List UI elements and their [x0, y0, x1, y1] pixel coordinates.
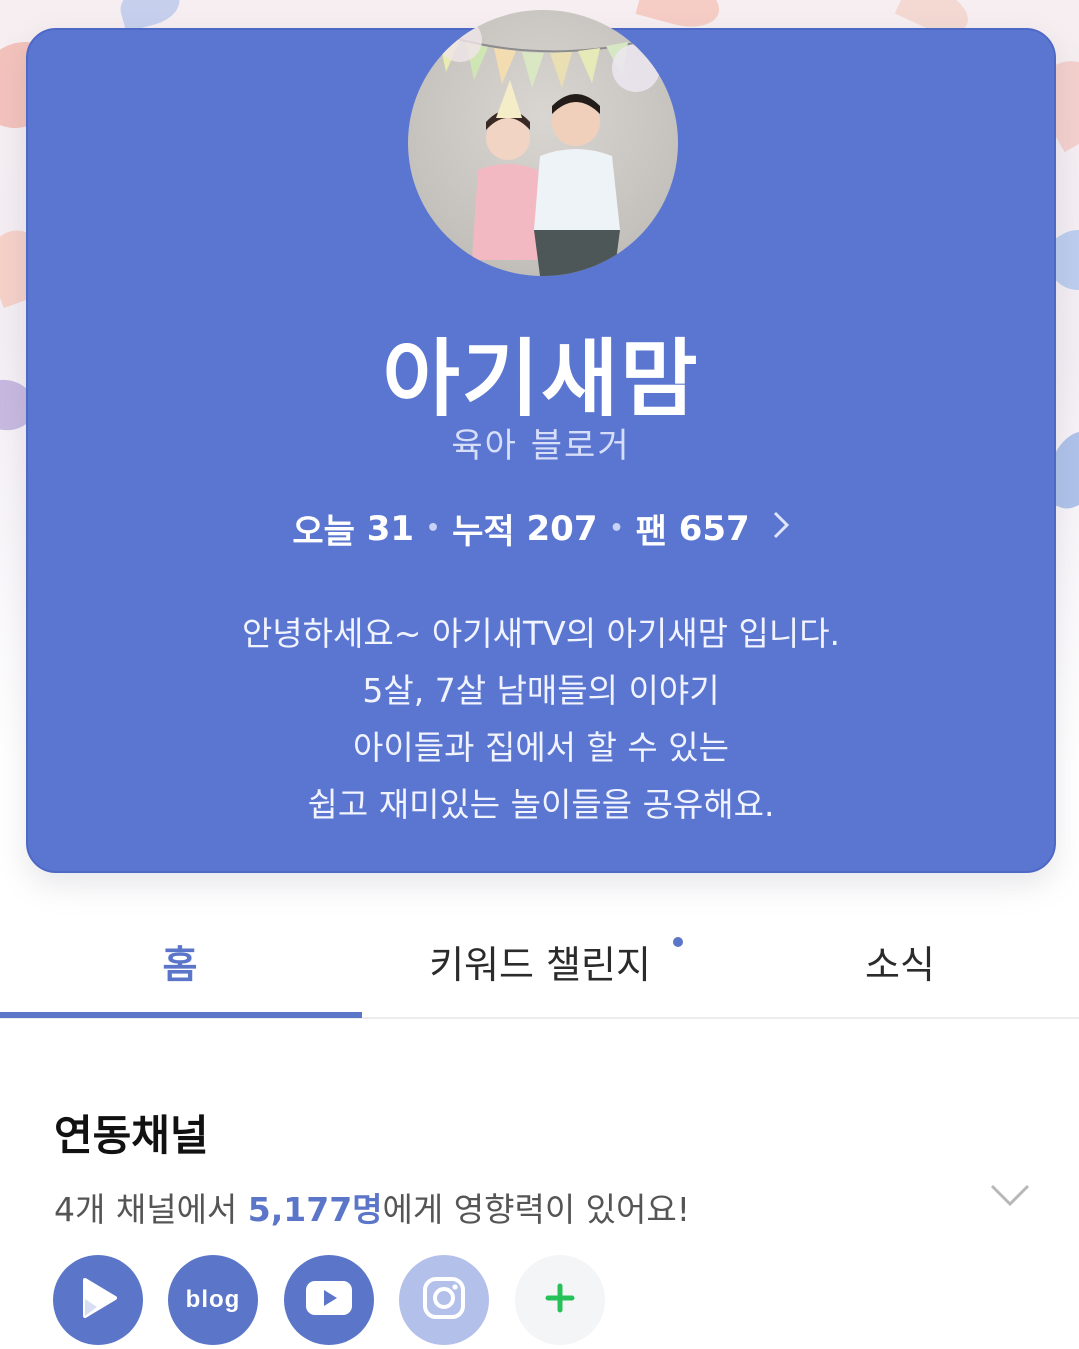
tab-keyword-challenge[interactable]: 키워드 챌린지: [360, 905, 720, 1017]
influence-count: 5,177명: [247, 1190, 383, 1229]
stat-fans-value: 657: [678, 508, 750, 549]
stat-total-value: 207: [526, 508, 598, 549]
tab-news[interactable]: 소식: [720, 905, 1079, 1017]
separator-dot: •: [426, 516, 441, 541]
stat-fans-label: 팬: [635, 512, 667, 552]
active-tab-indicator: [0, 1012, 362, 1018]
stat-today-value: 31: [366, 508, 415, 549]
channel-blog-button[interactable]: blog: [168, 1255, 258, 1345]
linked-channels-title: 연동채널: [54, 1111, 209, 1160]
plus-icon: [545, 1283, 575, 1317]
play-icon: [75, 1275, 121, 1325]
channel-youtube-button[interactable]: [284, 1255, 374, 1345]
add-channel-button[interactable]: [515, 1255, 605, 1345]
intro-line: 5살, 7살 남매들의 이야기: [362, 671, 720, 710]
stat-total-label: 누적: [452, 512, 515, 552]
desc-prefix: 4개 채널에서: [54, 1190, 248, 1229]
profile-stats[interactable]: 오늘 31 • 누적 207 • 팬 657: [28, 504, 1054, 553]
profile-intro: 안녕하세요~ 아기새TV의 아기새맘 입니다. 5살, 7살 남매들의 이야기 …: [28, 605, 1054, 833]
new-badge-dot: [673, 937, 683, 947]
tab-home[interactable]: 홈: [0, 905, 360, 1017]
linked-channels-desc: 4개 채널에서 5,177명에게 영향력이 있어요!: [54, 1183, 690, 1231]
stat-today-label: 오늘: [292, 512, 355, 552]
profile-card: 아기새맘 육아 블로거 오늘 31 • 누적 207 • 팬 657 안녕하세요…: [26, 10, 1056, 873]
blog-icon: blog: [185, 1286, 241, 1313]
youtube-icon: [304, 1279, 354, 1321]
desc-suffix: 에게 영향력이 있어요!: [382, 1190, 690, 1229]
tab-bar: 홈 키워드 챌린지 소식: [0, 905, 1079, 1019]
profile-name: 아기새맘: [382, 330, 700, 428]
channel-instagram-button[interactable]: [399, 1255, 489, 1345]
profile-avatar[interactable]: [408, 10, 678, 276]
intro-line: 아이들과 집에서 할 수 있는: [353, 728, 729, 767]
chevron-down-icon[interactable]: [988, 1172, 1032, 1216]
separator-dot: •: [609, 516, 624, 541]
avatar-photo: [427, 18, 669, 276]
chevron-right-icon[interactable]: [772, 509, 790, 549]
profile-role: 육아 블로거: [451, 426, 631, 466]
intro-line: 쉽고 재미있는 놀이들을 공유해요.: [307, 785, 775, 824]
instagram-icon: [422, 1276, 466, 1324]
intro-line: 안녕하세요~ 아기새TV의 아기새맘 입니다.: [241, 614, 841, 653]
channel-play-button[interactable]: [53, 1255, 143, 1345]
